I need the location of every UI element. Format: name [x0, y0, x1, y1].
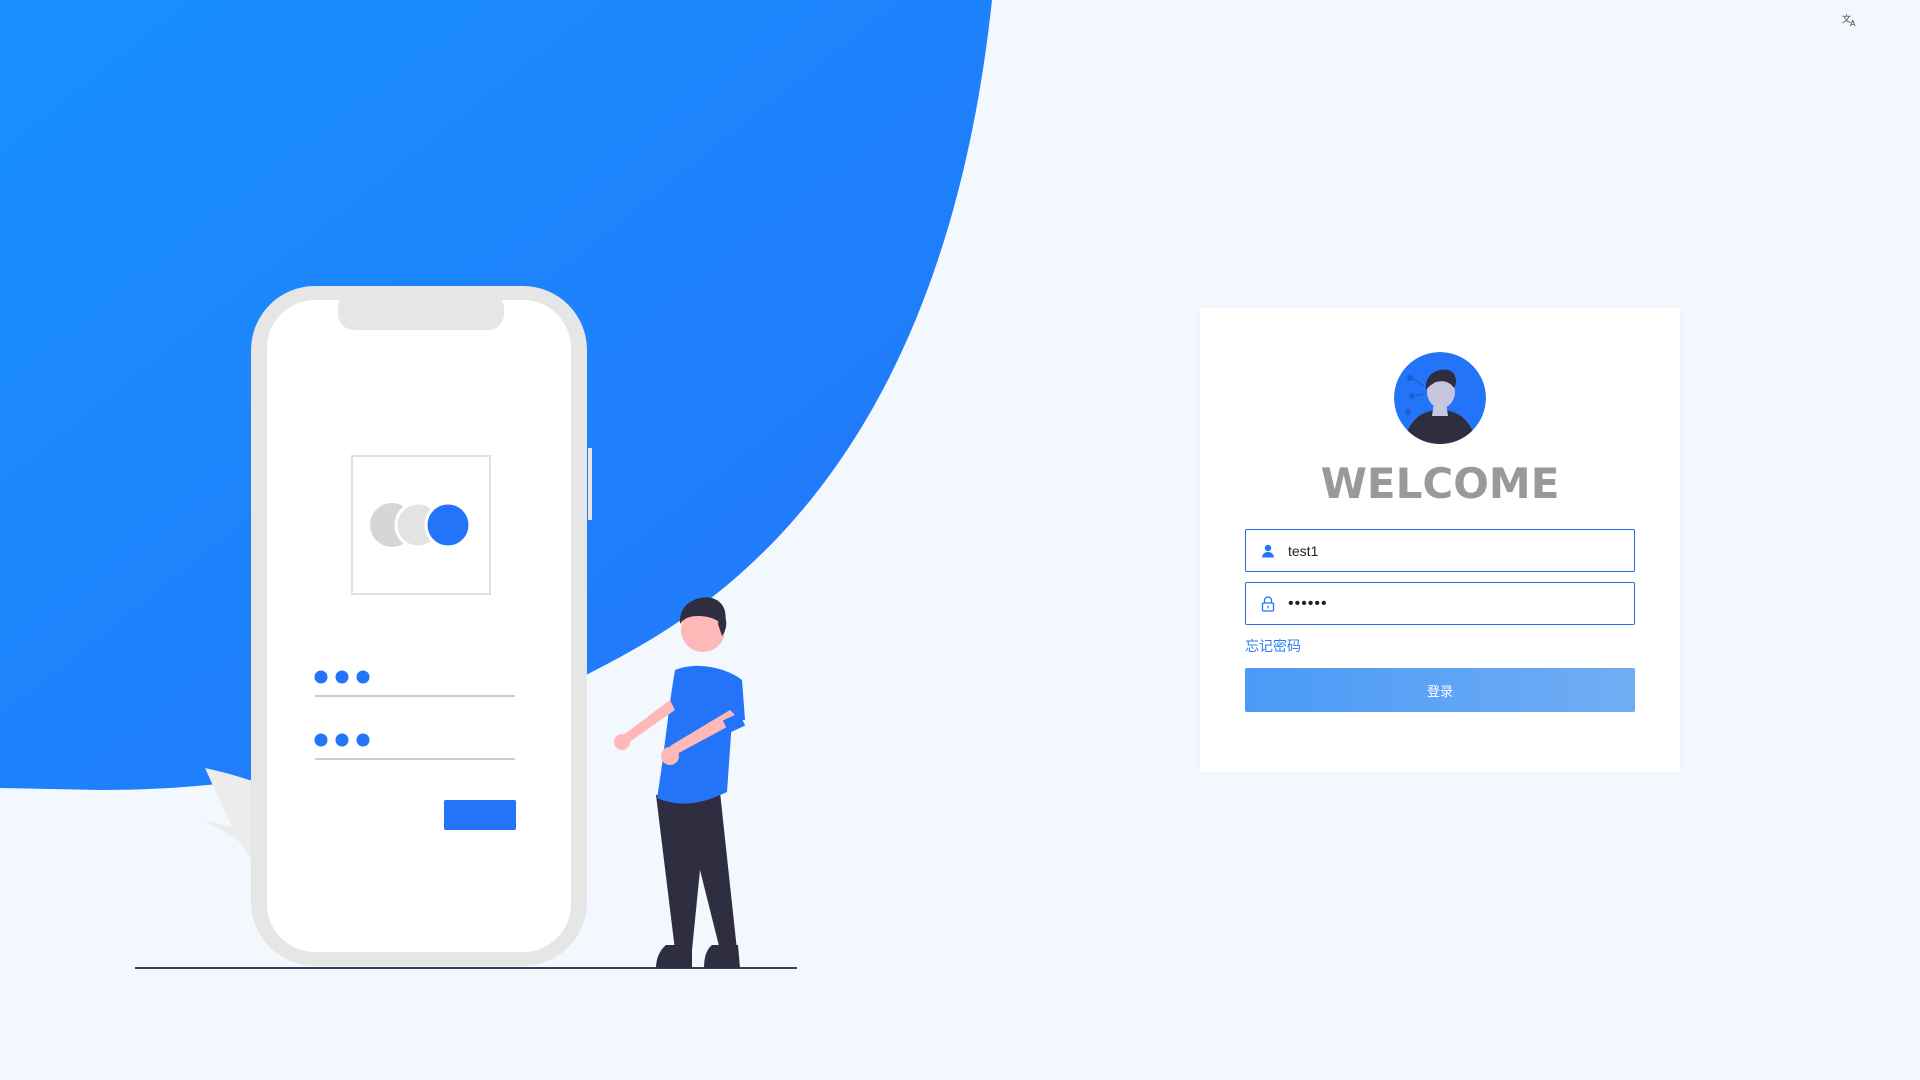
password-input[interactable]: [1288, 585, 1618, 622]
username-field[interactable]: [1245, 529, 1635, 572]
svg-text:A: A: [1850, 19, 1856, 27]
password-field[interactable]: [1245, 582, 1635, 625]
login-button[interactable]: 登录: [1245, 668, 1635, 712]
lock-icon: [1258, 594, 1278, 614]
language-switch-button[interactable]: 文 A: [1836, 8, 1864, 32]
forgot-password-link[interactable]: 忘记密码: [1245, 636, 1301, 656]
username-input[interactable]: [1288, 532, 1618, 569]
user-icon: [1258, 541, 1278, 561]
phone-mockup: [251, 286, 592, 966]
user-avatar-icon: [1394, 352, 1486, 444]
phone-login-illustration: [135, 286, 797, 969]
person-figure: [614, 597, 746, 968]
translate-icon: 文 A: [1842, 13, 1856, 27]
welcome-title: WELCOME: [1320, 459, 1560, 508]
login-page: 文 A WELCOME test1 •••••• 忘记密码 登录: [0, 0, 1920, 1080]
login-card: WELCOME 忘记密码 登录: [1200, 308, 1680, 772]
